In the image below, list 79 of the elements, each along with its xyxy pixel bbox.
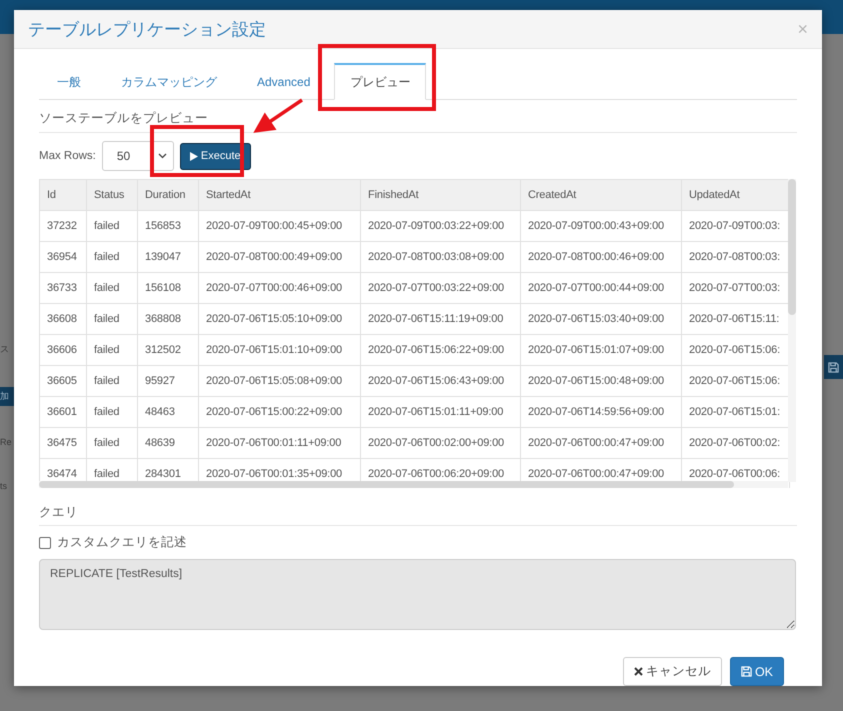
table-cell: failed bbox=[86, 272, 138, 304]
table-cell: 2020-07-06T15:06:43+09:00 bbox=[360, 366, 520, 396]
close-icon bbox=[634, 667, 643, 676]
table-cell: 2020-07-09T00:03:22+09:00 bbox=[360, 210, 520, 242]
table-cell: 2020-07-06T15:01:11+09:00 bbox=[360, 396, 520, 428]
column-header: Duration bbox=[138, 180, 198, 210]
save-icon bbox=[740, 666, 752, 677]
table-cell: 2020-07-06T15:01:07+09:00 bbox=[520, 334, 682, 366]
column-header: Id bbox=[40, 180, 86, 210]
background-text: Re bbox=[0, 436, 13, 449]
max-rows-select[interactable]: 50 bbox=[102, 141, 174, 171]
table-cell: failed bbox=[86, 396, 138, 428]
table-cell: 36608 bbox=[40, 304, 86, 334]
table-cell: failed bbox=[86, 334, 138, 366]
cancel-button[interactable]: キャンセル bbox=[622, 657, 722, 686]
table-cell: 36733 bbox=[40, 272, 86, 304]
horizontal-scrollbar[interactable] bbox=[39, 481, 788, 488]
table-cell: 36954 bbox=[40, 242, 86, 272]
column-header: UpdatedAt bbox=[682, 180, 790, 210]
tab[interactable]: プレビュー bbox=[334, 63, 426, 100]
table-cell: 36475 bbox=[40, 428, 86, 458]
execute-button[interactable]: Execute bbox=[180, 142, 251, 170]
save-icon bbox=[828, 362, 839, 372]
tab[interactable]: カラムマッピング bbox=[105, 63, 233, 100]
annotation-arrow bbox=[253, 98, 303, 133]
table-cell: 2020-07-06T00:01:11+09:00 bbox=[198, 428, 360, 458]
table-cell: 2020-07-06T15:01:10+09:00 bbox=[198, 334, 360, 366]
table-cell: 2020-07-06T15:05:08+09:00 bbox=[198, 366, 360, 396]
table-cell: 156853 bbox=[138, 210, 198, 242]
table-cell: 36605 bbox=[40, 366, 86, 396]
table-cell: 2020-07-08T00:03:08+09:00 bbox=[360, 242, 520, 272]
column-header: CreatedAt bbox=[520, 180, 682, 210]
table-cell: 2020-07-07T00:00:44+09:00 bbox=[520, 272, 682, 304]
dialog-title: テーブルレプリケーション設定 bbox=[28, 18, 266, 40]
table-cell: 2020-07-08T00:00:49+09:00 bbox=[198, 242, 360, 272]
table-cell: 48639 bbox=[138, 428, 198, 458]
table-cell: 2020-07-06T15:03:40+09:00 bbox=[520, 304, 682, 334]
column-header: FinishedAt bbox=[360, 180, 520, 210]
table-cell: 2020-07-06T15:06:22+09:00 bbox=[360, 334, 520, 366]
table-cell: 2020-07-06T15:05:10+09:00 bbox=[198, 304, 360, 334]
table-cell: 312502 bbox=[138, 334, 198, 366]
table-cell: 368808 bbox=[138, 304, 198, 334]
ok-button[interactable]: OK bbox=[730, 657, 784, 686]
table-cell: 156108 bbox=[138, 272, 198, 304]
table-cell: 95927 bbox=[138, 366, 198, 396]
chevron-down-icon bbox=[158, 153, 167, 159]
table-cell: 2020-07-06T15:11:19+09:00 bbox=[360, 304, 520, 334]
background-text: ス bbox=[0, 343, 10, 356]
table-cell: failed bbox=[86, 242, 138, 272]
table-cell: 139047 bbox=[138, 242, 198, 272]
section-heading: ソーステーブルをプレビュー bbox=[39, 100, 797, 133]
table-cell: 37232 bbox=[40, 210, 86, 242]
column-header: Status bbox=[86, 180, 138, 210]
table-cell: 2020-07-06T00:00:47+09:00 bbox=[520, 428, 682, 458]
table-cell: failed bbox=[86, 210, 138, 242]
table-cell: 2020-07-06T15:00:48+09:00 bbox=[520, 366, 682, 396]
column-header: StartedAt bbox=[198, 180, 360, 210]
table-cell: 48463 bbox=[138, 396, 198, 428]
tab[interactable]: 一般 bbox=[41, 63, 97, 100]
section-heading: クエリ bbox=[39, 488, 797, 526]
table-cell: 2020-07-08T00:00:46+09:00 bbox=[520, 242, 682, 272]
play-icon bbox=[190, 152, 198, 160]
table-cell: failed bbox=[86, 428, 138, 458]
max-rows-label: Max Rows: bbox=[39, 150, 96, 162]
table-cell: failed bbox=[86, 366, 138, 396]
table-cell: 36606 bbox=[40, 334, 86, 366]
table-cell: 2020-07-06T00:02:00+09:00 bbox=[360, 428, 520, 458]
tab[interactable]: Advanced bbox=[241, 63, 326, 100]
table-cell: failed bbox=[86, 304, 138, 334]
table-cell: 2020-07-07T00:03:22+09:00 bbox=[360, 272, 520, 304]
table-cell: 36601 bbox=[40, 396, 86, 428]
table-cell: 2020-07-09T00:00:43+09:00 bbox=[520, 210, 682, 242]
background-text: ts bbox=[0, 480, 8, 493]
table-cell: 2020-07-07T00:00:46+09:00 bbox=[198, 272, 360, 304]
vertical-scrollbar[interactable] bbox=[788, 179, 796, 482]
table-cell: 2020-07-06T15:00:22+09:00 bbox=[198, 396, 360, 428]
table-cell: 2020-07-06T14:59:56+09:00 bbox=[520, 396, 682, 428]
checkbox-label: カスタムクエリを記述 bbox=[57, 534, 187, 551]
table-cell: 2020-07-09T00:00:45+09:00 bbox=[198, 210, 360, 242]
